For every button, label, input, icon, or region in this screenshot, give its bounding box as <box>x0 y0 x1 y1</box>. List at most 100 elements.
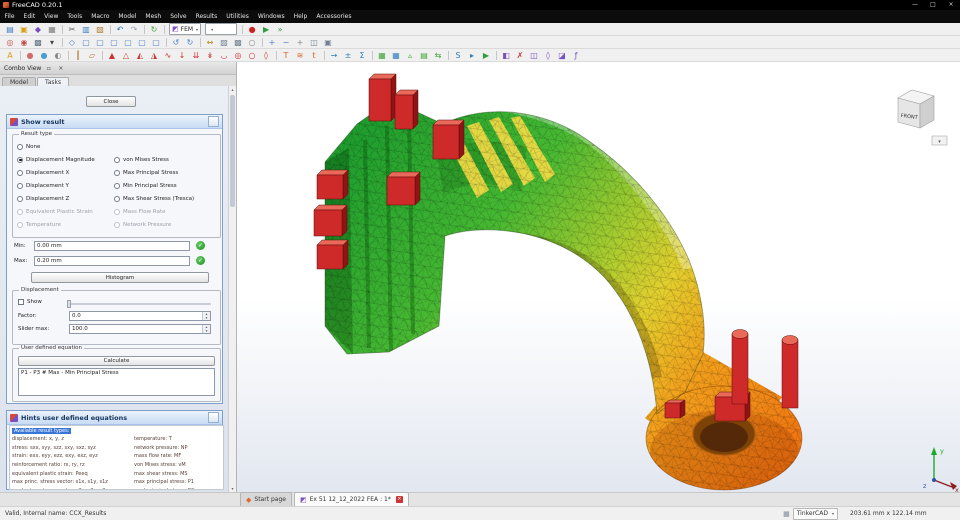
fem-constraint-flow-velocity-icon[interactable]: → <box>328 50 340 61</box>
fem-constraint-contact-icon[interactable]: ◭ <box>134 50 146 61</box>
menu-windows[interactable]: Windows <box>253 10 289 23</box>
menu-macro[interactable]: Macro <box>87 10 114 23</box>
fem-constraint-self-weight-icon[interactable]: ↡ <box>204 50 216 61</box>
minimize-button[interactable]: — <box>906 0 924 10</box>
fem-analysis-icon[interactable]: A <box>4 50 16 61</box>
menu-utilities[interactable]: Utilities <box>222 10 254 23</box>
print-icon[interactable]: ▦ <box>46 24 58 35</box>
macro-selector[interactable]: ▾ <box>205 23 238 35</box>
fem-constraint-temperature-icon[interactable]: T <box>280 50 292 61</box>
displacement-slider-handle[interactable] <box>67 300 71 308</box>
axis-cross-icon[interactable]: + <box>294 37 306 48</box>
3d-viewport[interactable]: FRONT ▾ y x z <box>237 62 960 492</box>
task-close-button[interactable]: Close <box>86 96 136 107</box>
zoom-out-icon[interactable]: − <box>280 37 292 48</box>
navigation-cube[interactable]: FRONT ▾ <box>897 89 948 146</box>
undo-icon[interactable]: ↶ <box>114 24 126 35</box>
view-right-icon[interactable]: ▢ <box>108 37 120 48</box>
toggle-visibility-icon[interactable]: ○ <box>246 37 258 48</box>
panel-close-icon[interactable]: × <box>56 65 65 72</box>
radio-displacement-x[interactable]: Displacement X <box>17 166 113 179</box>
panel-scrollbar[interactable]: ▴ ▾ <box>228 86 236 492</box>
fem-mesh-to-mesh-icon[interactable]: ⇆ <box>432 50 444 61</box>
close-button[interactable]: × <box>942 0 960 10</box>
panel-float-icon[interactable]: ▫ <box>44 65 53 72</box>
view-bottom-icon[interactable]: ▢ <box>136 37 148 48</box>
draw-style-icon[interactable]: ▩ <box>32 37 44 48</box>
calculate-button[interactable]: Calculate <box>18 356 215 366</box>
fit-all-icon[interactable]: ◎ <box>4 37 16 48</box>
show-checkbox[interactable] <box>18 299 24 305</box>
stereo-view-icon[interactable]: ◫ <box>308 37 320 48</box>
cut-icon[interactable]: ✂ <box>66 24 78 35</box>
macro-debug-icon[interactable]: » <box>274 24 286 35</box>
fem-solver-run-icon[interactable]: ▶ <box>480 50 492 61</box>
fem-post-warp-filter-icon[interactable]: ◊ <box>542 50 554 61</box>
copy-icon[interactable]: ▥ <box>80 24 92 35</box>
texture-mapping-icon[interactable]: ▩ <box>232 37 244 48</box>
tab-close-icon[interactable]: × <box>395 496 403 503</box>
nav-cube-menu-button[interactable]: ▾ <box>931 135 948 146</box>
fem-constraint-gear-icon[interactable]: ◎ <box>232 50 244 61</box>
macro-play-icon[interactable]: ▶ <box>260 24 272 35</box>
fem-constraint-pulley-icon[interactable]: ○ <box>246 50 258 61</box>
fem-constraint-initial-temperature-icon[interactable]: t <box>308 50 320 61</box>
new-file-icon[interactable]: ▤ <box>4 24 16 35</box>
fem-constraint-plane-rotation-icon[interactable]: ◊ <box>260 50 272 61</box>
maximize-button[interactable]: □ <box>924 0 942 10</box>
radio-displacement-magnitude[interactable]: Displacement Magnitude <box>17 153 113 166</box>
radio-max-shear-stress-tresca[interactable]: Max Shear Stress (Tresca) <box>114 192 218 205</box>
measure-distance-icon[interactable]: ↔ <box>204 37 216 48</box>
scroll-down-icon[interactable]: ▾ <box>229 486 236 491</box>
view-top-icon[interactable]: ▢ <box>94 37 106 48</box>
menu-accessories[interactable]: Accessories <box>312 10 356 23</box>
view-left-icon[interactable]: ▢ <box>150 37 162 48</box>
menu-help[interactable]: Help <box>289 10 312 23</box>
radio-min-principal-stress[interactable]: Min Principal Stress <box>114 179 218 192</box>
fem-model-body[interactable] <box>237 62 960 492</box>
fem-mesh-group-icon[interactable]: ▤ <box>418 50 430 61</box>
fem-beam-section-icon[interactable]: ┃ <box>72 50 84 61</box>
fem-material-reinforced-icon[interactable]: ◐ <box>52 50 64 61</box>
fem-material-solid-icon[interactable]: ● <box>24 50 36 61</box>
radio-von-mises-stress[interactable]: von Mises Stress <box>114 153 218 166</box>
save-icon[interactable]: ◆ <box>32 24 44 35</box>
view-rear-icon[interactable]: ▢ <box>122 37 134 48</box>
radio-max-principal-stress[interactable]: Max Principal Stress <box>114 166 218 179</box>
fit-selection-icon[interactable]: ◉ <box>18 37 30 48</box>
fem-constraint-spring-icon[interactable]: ∿ <box>162 50 174 61</box>
section-collapse-button[interactable] <box>208 116 219 127</box>
fem-solver-control-icon[interactable]: ▸ <box>466 50 478 61</box>
scrollbar-thumb[interactable] <box>230 95 235 207</box>
section-collapse-button[interactable] <box>208 412 219 423</box>
fem-constraint-force-icon[interactable]: ↓ <box>176 50 188 61</box>
refresh-icon[interactable]: ↻ <box>148 24 160 35</box>
radio-equivalent-plastic-strain[interactable]: Equivalent Plastic Strain <box>17 205 113 218</box>
redo-icon[interactable]: ↷ <box>128 24 140 35</box>
max-value-field[interactable]: 0.20 mm <box>34 256 190 266</box>
histogram-button[interactable]: Histogram <box>31 272 209 283</box>
fem-result-show-icon[interactable]: ◧ <box>500 50 512 61</box>
equation-input[interactable]: P1 - P3 # Max - Min Principal Stress <box>18 368 215 396</box>
menu-view[interactable]: View <box>40 10 63 23</box>
menu-file[interactable]: File <box>0 10 19 23</box>
fem-post-scalar-clip-icon[interactable]: ◪ <box>556 50 568 61</box>
fem-post-pipeline-icon[interactable]: ◫ <box>528 50 540 61</box>
menu-mesh[interactable]: Mesh <box>141 10 166 23</box>
fem-solver-calculix-icon[interactable]: S <box>452 50 464 61</box>
min-value-field[interactable]: 0.00 mm <box>34 241 190 251</box>
menu-model[interactable]: Model <box>114 10 141 23</box>
scroll-up-icon[interactable]: ▴ <box>229 87 236 92</box>
fem-constraint-electrostatic-icon[interactable]: ± <box>342 50 354 61</box>
paste-icon[interactable]: ▧ <box>94 24 106 35</box>
fem-constraint-displacement-icon[interactable]: △ <box>120 50 132 61</box>
menu-results[interactable]: Results <box>191 10 222 23</box>
menu-edit[interactable]: Edit <box>19 10 40 23</box>
slider-max-spinbox[interactable]: 100.0 ▴ ▾ <box>69 324 211 334</box>
open-file-icon[interactable]: ▣ <box>18 24 30 35</box>
fem-constraint-bearing-icon[interactable]: ◡ <box>218 50 230 61</box>
view-front-icon[interactable]: ▢ <box>80 37 92 48</box>
radio-displacement-y[interactable]: Displacement Y <box>17 179 113 192</box>
fem-material-fluid-icon[interactable]: ● <box>38 50 50 61</box>
zoom-in-icon[interactable]: + <box>266 37 278 48</box>
